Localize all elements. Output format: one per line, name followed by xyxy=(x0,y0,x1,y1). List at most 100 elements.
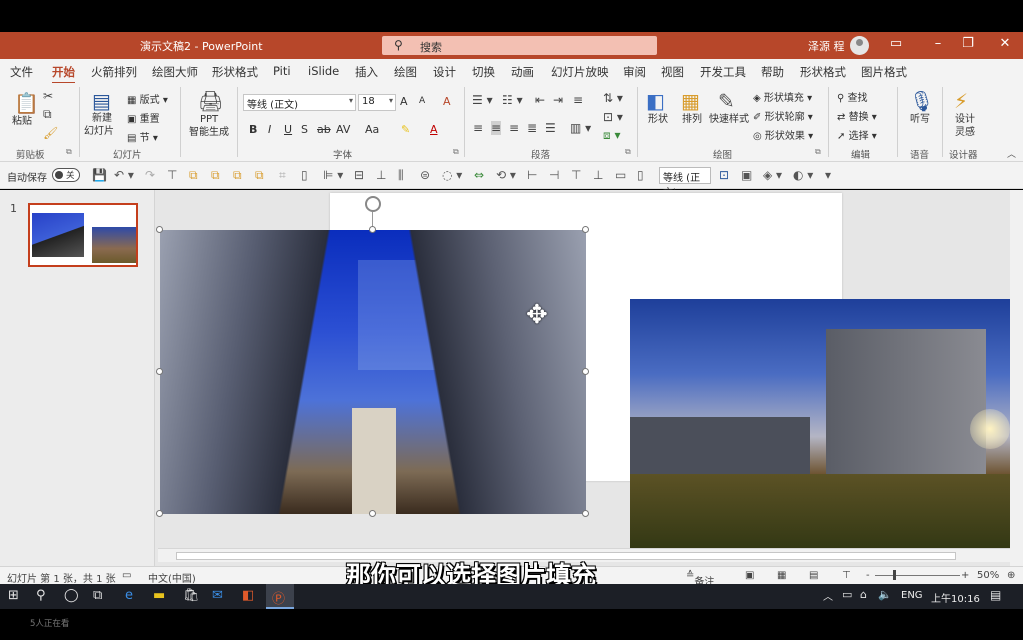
ungroup-icon[interactable]: ⧉ xyxy=(211,168,220,183)
tab-design[interactable]: 设计 xyxy=(433,64,456,80)
resize-handle-top-left[interactable] xyxy=(156,226,163,233)
zoom-in-button[interactable]: + xyxy=(961,570,969,581)
ppt-generate-icon[interactable]: 🖨 xyxy=(198,89,223,113)
building-sunset-photo[interactable] xyxy=(630,299,1011,549)
resize-handle-top-right[interactable] xyxy=(582,226,589,233)
tab-view[interactable]: 视图 xyxy=(661,64,684,80)
distributed-icon[interactable]: ☰ xyxy=(545,121,556,135)
align-right-q-icon[interactable]: ⊣ xyxy=(549,168,559,182)
vertical-scrollbar[interactable] xyxy=(1010,190,1023,566)
tab-review[interactable]: 审阅 xyxy=(623,64,646,80)
slide-sorter-icon[interactable]: ▦ xyxy=(777,570,786,581)
zoom-level[interactable]: 50% xyxy=(977,570,999,581)
input-language[interactable]: ENG xyxy=(901,590,923,601)
save-icon[interactable]: 💾 xyxy=(92,168,107,182)
align-bottom-icon[interactable]: ⊥ xyxy=(376,168,386,182)
avatar[interactable] xyxy=(850,36,869,55)
italic-button[interactable]: I xyxy=(268,123,271,136)
tab-transitions[interactable]: 切换 xyxy=(472,64,495,80)
rotation-handle[interactable] xyxy=(365,196,381,212)
quick-styles-icon[interactable]: ✎ xyxy=(718,89,735,113)
group-icon[interactable]: ⧉ xyxy=(189,168,198,183)
change-case-button[interactable]: Aa xyxy=(365,123,379,136)
notification-icon[interactable]: ▤ xyxy=(990,588,1001,602)
text-frame-icon[interactable]: ⊡ xyxy=(719,168,729,182)
align-top-q-icon[interactable]: ⊤ xyxy=(571,168,581,182)
fit-slide-icon[interactable]: ⊕ xyxy=(1007,570,1015,581)
tab-draw[interactable]: 绘图 xyxy=(394,64,417,80)
taskbar-search-icon[interactable]: ⚲ xyxy=(36,588,46,603)
shadow-button[interactable]: S xyxy=(301,123,308,136)
tab-developer[interactable]: 开发工具 xyxy=(700,64,746,80)
copy-icon[interactable]: ⧉ xyxy=(43,107,52,122)
grow-font-button[interactable]: A xyxy=(400,95,408,108)
bold-button[interactable]: B xyxy=(249,123,257,136)
distribute-icon[interactable]: ▯ xyxy=(301,168,308,182)
drawing-launcher-icon[interactable]: ⧉ xyxy=(815,147,821,157)
align-left-q-icon[interactable]: ⊢ xyxy=(527,168,537,182)
battery-icon[interactable]: ▭ xyxy=(842,588,852,601)
tab-shape-format-2[interactable]: 形状格式 xyxy=(800,64,846,80)
resize-handle-bottom[interactable] xyxy=(369,510,376,517)
underline-button[interactable]: U xyxy=(284,123,292,136)
chevron-up-icon[interactable]: ︿ xyxy=(823,588,833,603)
shape-effects-button[interactable]: ◎ 形状效果 ▾ xyxy=(753,127,813,142)
shrink-font-button[interactable]: A xyxy=(419,96,425,106)
tab-rocket-arrange[interactable]: 火箭排列 xyxy=(91,64,137,80)
edge-icon[interactable]: e xyxy=(125,588,133,603)
align-right-icon[interactable]: ≡ xyxy=(509,121,519,135)
bring-forward-icon[interactable]: ⧉ xyxy=(233,168,242,183)
designer-label-2[interactable]: 灵感 xyxy=(955,127,975,139)
shape-style-icon[interactable]: ◌ ▾ xyxy=(442,168,462,182)
close-icon[interactable]: ✕ xyxy=(995,36,1015,54)
bullets-icon[interactable]: ☰ ▾ xyxy=(472,93,493,107)
align-bottom-q-icon[interactable]: ⊥ xyxy=(593,168,603,182)
font-color-button[interactable]: A xyxy=(430,123,438,136)
slideshow-icon[interactable]: ⊤ xyxy=(842,570,851,581)
zoom-slider[interactable] xyxy=(875,575,960,576)
font-name-combo[interactable]: 等线 (正文) ▾ xyxy=(243,94,356,111)
tab-file[interactable]: 文件 xyxy=(10,64,33,80)
size-icon[interactable]: ⇔ xyxy=(474,168,484,182)
paragraph-launcher-icon[interactable]: ⧉ xyxy=(625,147,631,157)
font-launcher-icon[interactable]: ⧉ xyxy=(453,147,459,157)
building-corridor-photo[interactable] xyxy=(160,230,586,514)
network-icon[interactable]: ⌂ xyxy=(860,588,867,601)
char-spacing-button[interactable]: AV xyxy=(336,123,350,136)
slide-thumbnail[interactable] xyxy=(28,203,138,267)
accessibility-icon[interactable]: ▭ xyxy=(122,570,131,581)
tab-islide[interactable]: iSlide xyxy=(308,64,339,78)
columns-icon[interactable]: ▥ ▾ xyxy=(570,121,591,135)
decrease-indent-icon[interactable]: ⇤ xyxy=(535,93,545,107)
designer-label-1[interactable]: 设计 xyxy=(955,114,975,126)
tab-shape-format[interactable]: 形状格式 xyxy=(212,64,258,80)
collapse-ribbon-icon[interactable]: ︿ xyxy=(1007,147,1016,160)
cut-icon[interactable]: ✂ xyxy=(43,89,53,103)
paste-icon[interactable]: 📋 xyxy=(14,91,39,115)
align-center-icon[interactable]: ≡ xyxy=(491,121,502,135)
crop-icon[interactable]: ⌗ xyxy=(279,168,286,183)
dictate-button[interactable]: 听写 xyxy=(910,114,930,126)
tab-home[interactable]: 开始 xyxy=(52,64,75,85)
resize-handle-left[interactable] xyxy=(156,368,163,375)
user-name[interactable]: 泽源 程 xyxy=(808,38,845,54)
shapes-icon[interactable]: ◧ xyxy=(646,89,665,113)
paste-button[interactable]: 粘贴 xyxy=(12,116,32,128)
font-size-combo[interactable]: 18 ▾ xyxy=(358,94,396,111)
redo-icon[interactable]: ↷ xyxy=(145,168,155,182)
quick-styles-button[interactable]: 快速样式 xyxy=(709,114,749,126)
arrange-button[interactable]: 排列 xyxy=(682,114,702,126)
windows-start-icon[interactable]: ⊞ xyxy=(8,588,19,603)
shape-menu-icon[interactable]: ◐ ▾ xyxy=(793,168,813,182)
customize-qat-icon[interactable]: ▾ xyxy=(825,168,831,182)
notes-button[interactable]: ≙ 备注 xyxy=(686,570,714,588)
page-icon[interactable]: ▯ xyxy=(637,168,644,182)
office-icon[interactable]: ◧ xyxy=(242,588,254,603)
clock[interactable]: 上午10:16 xyxy=(931,590,980,605)
rotate-menu-icon[interactable]: ⟲ ▾ xyxy=(496,168,516,182)
align-text-icon[interactable]: ⊡ ▾ xyxy=(603,110,623,124)
shapes-button[interactable]: 形状 xyxy=(648,114,668,126)
line-spacing-icon[interactable]: ≡ xyxy=(573,93,583,107)
undo-icon[interactable]: ↶ ▾ xyxy=(114,168,134,182)
tab-help[interactable]: 帮助 xyxy=(761,64,784,80)
